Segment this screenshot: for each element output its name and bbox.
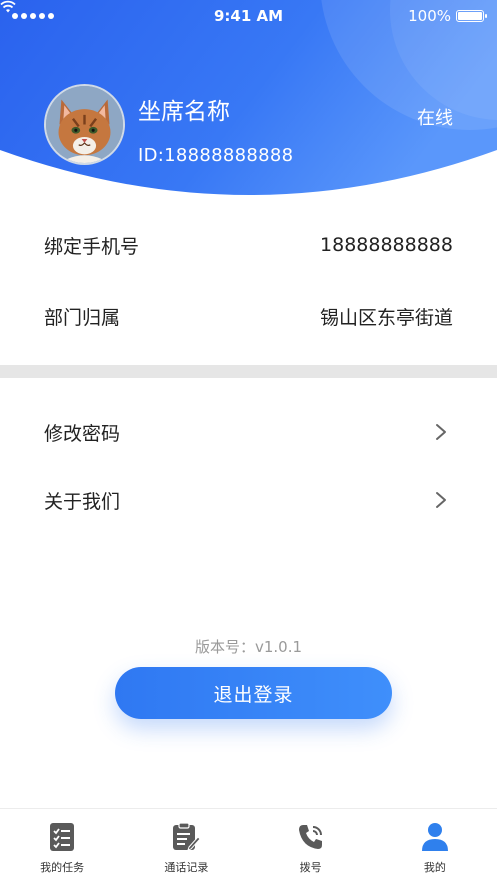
tab-my-tasks[interactable]: 我的任务 xyxy=(0,809,124,884)
info-row-department: 部门归属 锡山区东亭街道 xyxy=(44,301,453,331)
battery-icon xyxy=(456,10,487,22)
department-label: 部门归属 xyxy=(44,306,121,329)
agent-id: ID:18888888888 xyxy=(138,145,294,166)
task-list-icon xyxy=(47,821,77,853)
about-us-item[interactable]: 关于我们 xyxy=(44,484,447,516)
info-row-phone: 绑定手机号 18888888888 xyxy=(44,230,453,260)
tab-label: 拨号 xyxy=(299,861,322,874)
department-value: 锡山区东亭街道 xyxy=(319,306,453,329)
avatar[interactable] xyxy=(44,84,125,165)
cat-avatar-icon xyxy=(46,86,123,163)
bottom-tab-bar: 我的任务 通话记录 拨号 我的 xyxy=(0,808,497,884)
tab-label: 通话记录 xyxy=(164,861,209,874)
phone-icon xyxy=(296,821,326,853)
phone-value: 18888888888 xyxy=(320,234,453,256)
logout-button[interactable]: 退出登录 xyxy=(115,667,392,719)
battery-percentage: 100% xyxy=(408,7,451,25)
profile-header: 9:41 AM 100% 坐席名称 ID:18888888888 在线 xyxy=(0,0,497,210)
tab-mine[interactable]: 我的 xyxy=(373,809,497,884)
version-text: 版本号：v1.0.1 xyxy=(194,638,303,656)
user-icon xyxy=(420,821,450,853)
chevron-right-icon xyxy=(436,492,446,508)
agent-name: 坐席名称 xyxy=(138,99,230,125)
tab-label: 我的 xyxy=(423,861,446,874)
change-password-item[interactable]: 修改密码 xyxy=(44,416,447,448)
status-bar: 9:41 AM 100% xyxy=(0,0,497,34)
tab-label: 我的任务 xyxy=(40,861,85,874)
tab-dial[interactable]: 拨号 xyxy=(249,809,373,884)
call-record-icon xyxy=(171,821,202,853)
online-status: 在线 xyxy=(417,108,453,129)
section-divider xyxy=(0,365,497,378)
about-us-label: 关于我们 xyxy=(44,490,121,513)
change-password-label: 修改密码 xyxy=(44,422,121,445)
tab-call-records[interactable]: 通话记录 xyxy=(124,809,248,884)
phone-label: 绑定手机号 xyxy=(44,235,140,258)
chevron-right-icon xyxy=(436,424,446,440)
